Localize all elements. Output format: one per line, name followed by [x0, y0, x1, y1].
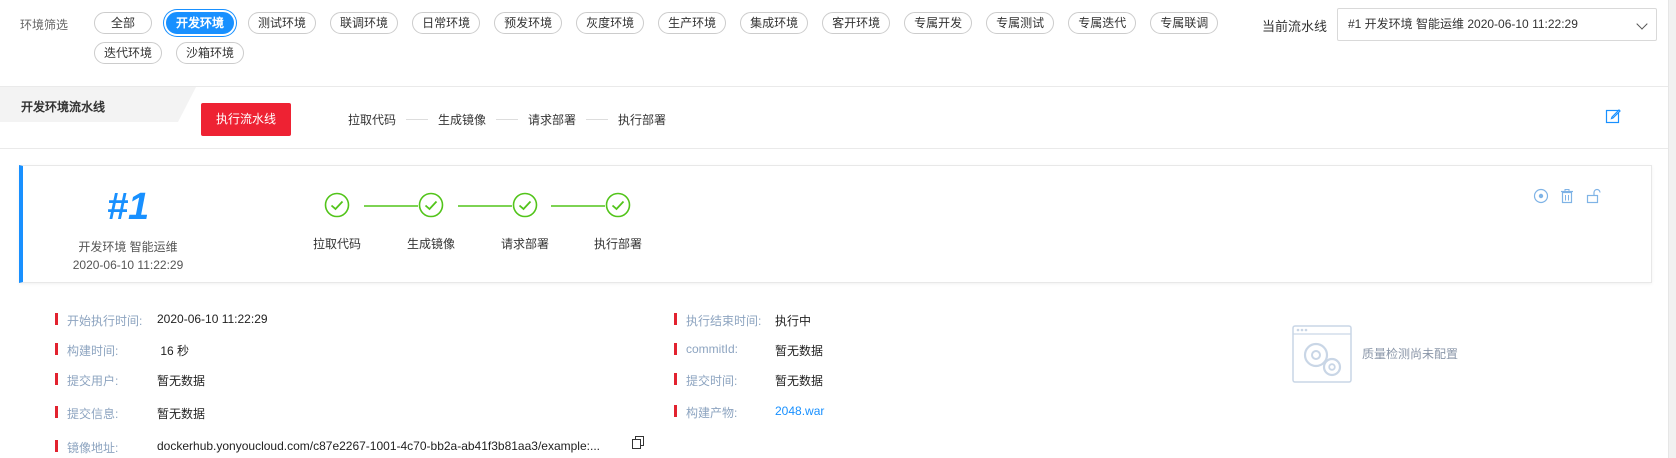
detail-value: 执行中: [775, 314, 812, 328]
detail-value: 暂无数据: [157, 374, 206, 388]
run-pipeline-button[interactable]: 执行流水线: [201, 103, 291, 136]
pipeline-header: 开发环境流水线 执行流水线 拉取代码 生成镜像 请求部署 执行部署: [0, 86, 1668, 149]
page-scrollbar[interactable]: [1668, 0, 1676, 458]
detail-key: 提交信息:: [67, 407, 119, 421]
environment-chip[interactable]: 日常环境: [412, 12, 481, 34]
detail-marker: [55, 343, 58, 355]
pipeline-run-card[interactable]: #1 开发环境 智能运维 2020-06-10 11:22:29 拉取代码 生成…: [19, 165, 1652, 283]
detail-value: 2020-06-10 11:22:29: [157, 312, 268, 326]
detail-marker: [674, 343, 677, 355]
environment-filter-bar: 环境筛选 全部 开发环境 测试环境 联调环境 日常环境 预发环境 灰度环境 生产环境 集成环境客…: [0, 0, 1676, 86]
run-step[interactable]: 执行部署: [568, 192, 668, 252]
current-pipeline-select[interactable]: #1 开发环境 智能运维 2020-06-10 11:22:29: [1337, 8, 1657, 41]
run-time: 2020-06-10 11:22:29: [72, 258, 184, 272]
environment-chip[interactable]: 沙箱环境: [176, 42, 245, 64]
detail-value: 暂无数据: [775, 344, 824, 358]
filter-label: 环境筛选: [20, 18, 69, 32]
check-circle-icon: [605, 192, 631, 218]
quality-status-text: 质量检测尚未配置: [1362, 347, 1459, 361]
pipeline-tab[interactable]: 开发环境流水线: [0, 87, 196, 122]
environment-chip[interactable]: 灰度环境: [576, 12, 645, 34]
detail-marker: [55, 406, 58, 418]
run-step-label: 拉取代码: [312, 237, 361, 251]
detail-key: 提交用户:: [67, 374, 119, 388]
check-circle-icon: [418, 192, 444, 218]
environment-chip[interactable]: 联调环境: [330, 12, 399, 34]
stage-label: 执行部署: [618, 113, 667, 127]
check-circle-icon: [324, 192, 350, 218]
stage-connector: [406, 119, 429, 120]
chevron-down-icon: [1636, 18, 1648, 30]
detail-key: 提交时间:: [686, 374, 738, 388]
environment-chip[interactable]: 专属开发: [904, 12, 973, 34]
environment-chip[interactable]: 专属迭代: [1068, 12, 1137, 34]
pipeline-title: 开发环境流水线: [21, 100, 106, 114]
environment-chip[interactable]: 客开环境: [822, 12, 891, 34]
detail-marker: [674, 313, 677, 325]
build-artifact-link[interactable]: 2048.war: [775, 404, 824, 418]
detail-key: 构建时间:: [67, 344, 119, 358]
detail-key: 开始执行时间:: [67, 314, 143, 328]
environment-chip[interactable]: 全部: [94, 12, 153, 34]
quality-gear-icon: [1292, 325, 1352, 383]
current-pipeline-value: #1 开发环境 智能运维 2020-06-10 11:22:29: [1348, 17, 1578, 31]
detail-marker: [55, 373, 58, 385]
stage-label: 请求部署: [528, 113, 577, 127]
delete-icon[interactable]: [1559, 188, 1575, 204]
run-name: 开发环境 智能运维: [78, 240, 178, 254]
detail-value: 暂无数据: [157, 407, 206, 421]
run-step-label: 生成镜像: [406, 237, 455, 251]
pipeline-header-fill: [0, 122, 178, 148]
environment-chip[interactable]: 测试环境: [248, 12, 317, 34]
stage-label: 拉取代码: [348, 113, 397, 127]
environment-chip[interactable]: 集成环境: [740, 12, 809, 34]
run-card-actions: [1533, 188, 1601, 204]
detail-value: 暂无数据: [775, 374, 824, 388]
run-step[interactable]: 请求部署: [475, 192, 575, 252]
detail-marker: [55, 440, 58, 452]
run-number: #1: [106, 186, 150, 228]
stage-connector: [586, 119, 609, 120]
detail-key: 构建产物:: [686, 406, 738, 420]
edit-icon[interactable]: [1604, 107, 1622, 125]
detail-marker: [55, 313, 58, 325]
check-circle-icon: [512, 192, 538, 218]
environment-chip[interactable]: 专属联调: [1150, 12, 1219, 34]
pipeline-stage-flow: 拉取代码 生成镜像 请求部署 执行部署: [348, 111, 666, 128]
environment-chip-list: 全部 开发环境 测试环境 联调环境 日常环境 预发环境 灰度环境 生产环境 集成环境 客开环境 专属…: [94, 12, 1234, 64]
environment-chip[interactable]: 生产环境: [658, 12, 727, 34]
stage-connector: [496, 119, 519, 120]
run-step-label: 请求部署: [500, 237, 549, 251]
detail-key: commitId:: [686, 342, 739, 356]
detail-key: 执行结束时间:: [686, 314, 762, 328]
detail-marker: [674, 373, 677, 385]
environment-chip[interactable]: 迭代环境: [94, 42, 163, 64]
environment-chip[interactable]: 专属测试: [986, 12, 1055, 34]
copy-icon[interactable]: [632, 436, 644, 450]
stage-label: 生成镜像: [438, 113, 487, 127]
view-icon[interactable]: [1533, 188, 1549, 204]
detail-key: 镜像地址:: [67, 441, 119, 455]
environment-chip[interactable]: 开发环境: [166, 12, 235, 34]
detail-value: 16 秒: [157, 344, 190, 358]
image-address-value: dockerhub.yonyoucloud.com/c87e2267-1001-…: [157, 439, 600, 453]
unlock-icon[interactable]: [1585, 188, 1601, 204]
detail-marker: [674, 405, 677, 417]
environment-chip[interactable]: 预发环境: [494, 12, 563, 34]
run-step-label: 执行部署: [593, 237, 642, 251]
current-pipeline-label: 当前流水线: [1262, 19, 1328, 34]
run-step[interactable]: 拉取代码: [287, 192, 387, 252]
run-step[interactable]: 生成镜像: [381, 192, 481, 252]
